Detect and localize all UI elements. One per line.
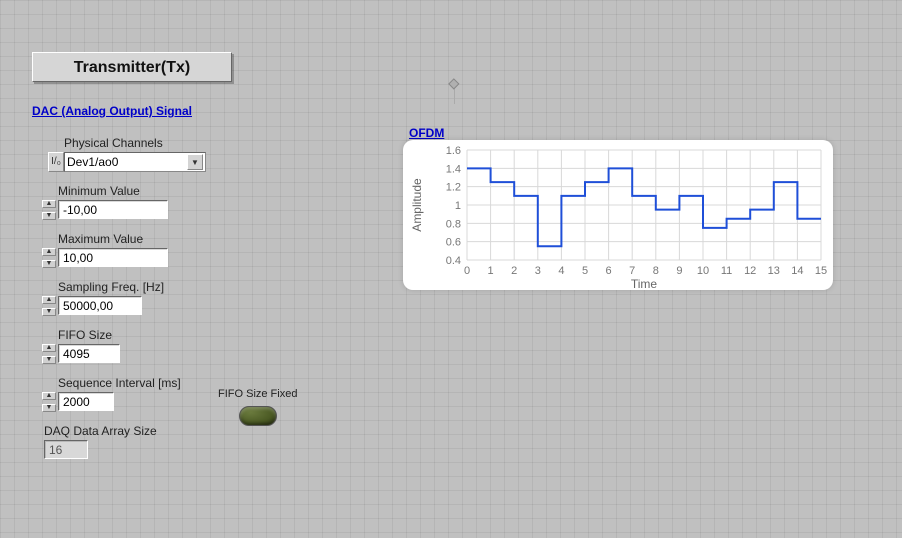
- svg-text:1: 1: [488, 265, 494, 277]
- seq-interval-spinner[interactable]: ▲ ▼: [42, 392, 56, 412]
- spin-down-icon[interactable]: ▼: [42, 212, 56, 220]
- svg-text:1.2: 1.2: [446, 182, 461, 194]
- fifo-size-spinner[interactable]: ▲ ▼: [42, 344, 56, 364]
- daq-array-size-label: DAQ Data Array Size: [44, 424, 362, 438]
- spin-up-icon[interactable]: ▲: [42, 344, 56, 352]
- svg-text:12: 12: [744, 265, 756, 277]
- io-channel-icon: I/₀: [48, 152, 64, 172]
- seq-interval-control: Sequence Interval [ms] ▲ ▼: [42, 376, 362, 412]
- svg-text:0.6: 0.6: [446, 237, 461, 249]
- seq-interval-input[interactable]: [58, 392, 114, 411]
- fifo-fixed-indicator: FIFO Size Fixed: [218, 388, 297, 426]
- svg-text:1.6: 1.6: [446, 145, 461, 157]
- max-value-label: Maximum Value: [58, 232, 362, 246]
- sampling-freq-label: Sampling Freq. [Hz]: [58, 280, 362, 294]
- spin-up-icon[interactable]: ▲: [42, 248, 56, 256]
- svg-text:6: 6: [606, 265, 612, 277]
- ofdm-chart: 0.40.60.811.21.41.6012345678910111213141…: [403, 140, 833, 290]
- physical-channels-label: Physical Channels: [64, 136, 362, 150]
- svg-text:1.4: 1.4: [446, 163, 461, 175]
- svg-text:1: 1: [455, 200, 461, 212]
- svg-text:4: 4: [558, 265, 564, 277]
- sampling-freq-control: Sampling Freq. [Hz] ▲ ▼: [42, 280, 362, 316]
- svg-text:9: 9: [676, 265, 682, 277]
- chart-title: OFDM: [409, 126, 444, 140]
- max-value-control: Maximum Value ▲ ▼: [42, 232, 362, 268]
- svg-text:Time: Time: [631, 277, 658, 290]
- physical-channels-value: Dev1/ao0: [67, 155, 118, 169]
- svg-text:5: 5: [582, 265, 588, 277]
- spin-down-icon[interactable]: ▼: [42, 404, 56, 412]
- spin-down-icon[interactable]: ▼: [42, 308, 56, 316]
- svg-text:2: 2: [511, 265, 517, 277]
- spin-down-icon[interactable]: ▼: [42, 260, 56, 268]
- sampling-freq-input[interactable]: [58, 296, 142, 315]
- svg-text:Amplitude: Amplitude: [410, 178, 424, 232]
- physical-channels-select[interactable]: Dev1/ao0 ▼: [64, 152, 206, 172]
- svg-text:13: 13: [768, 265, 780, 277]
- spin-up-icon[interactable]: ▲: [42, 296, 56, 304]
- svg-text:7: 7: [629, 265, 635, 277]
- min-value-control: Minimum Value ▲ ▼: [42, 184, 362, 220]
- chart-svg: 0.40.60.811.21.41.6012345678910111213141…: [403, 140, 833, 290]
- fifo-size-input[interactable]: [58, 344, 120, 363]
- spin-up-icon[interactable]: ▲: [42, 200, 56, 208]
- svg-text:15: 15: [815, 265, 827, 277]
- spin-up-icon[interactable]: ▲: [42, 392, 56, 400]
- fifo-fixed-label: FIFO Size Fixed: [218, 388, 297, 400]
- max-value-spinner[interactable]: ▲ ▼: [42, 248, 56, 268]
- origin-marker: [450, 80, 458, 104]
- svg-text:14: 14: [791, 265, 803, 277]
- daq-array-size-control: DAQ Data Array Size 16: [42, 424, 362, 460]
- svg-text:0: 0: [464, 265, 470, 277]
- fifo-size-label: FIFO Size: [58, 328, 362, 342]
- svg-text:3: 3: [535, 265, 541, 277]
- seq-interval-label: Sequence Interval [ms]: [58, 376, 362, 390]
- daq-array-size-value: 16: [44, 440, 88, 459]
- svg-text:11: 11: [721, 265, 732, 277]
- section-header-dac: DAC (Analog Output) Signal: [32, 104, 192, 118]
- svg-text:0.4: 0.4: [446, 255, 461, 267]
- fifo-size-control: FIFO Size ▲ ▼: [42, 328, 362, 364]
- min-value-spinner[interactable]: ▲ ▼: [42, 200, 56, 220]
- sampling-freq-spinner[interactable]: ▲ ▼: [42, 296, 56, 316]
- svg-text:0.8: 0.8: [446, 218, 461, 230]
- page-title: Transmitter(Tx): [32, 52, 232, 82]
- physical-channels-control: Physical Channels I/₀ Dev1/ao0 ▼: [42, 136, 362, 172]
- led-icon[interactable]: [239, 406, 277, 426]
- chevron-down-icon: ▼: [187, 154, 203, 170]
- max-value-input[interactable]: [58, 248, 168, 267]
- spin-down-icon[interactable]: ▼: [42, 356, 56, 364]
- min-value-input[interactable]: [58, 200, 168, 219]
- min-value-label: Minimum Value: [58, 184, 362, 198]
- dac-form: Physical Channels I/₀ Dev1/ao0 ▼ Minimum…: [42, 136, 362, 472]
- svg-text:8: 8: [653, 265, 659, 277]
- svg-text:10: 10: [697, 265, 709, 277]
